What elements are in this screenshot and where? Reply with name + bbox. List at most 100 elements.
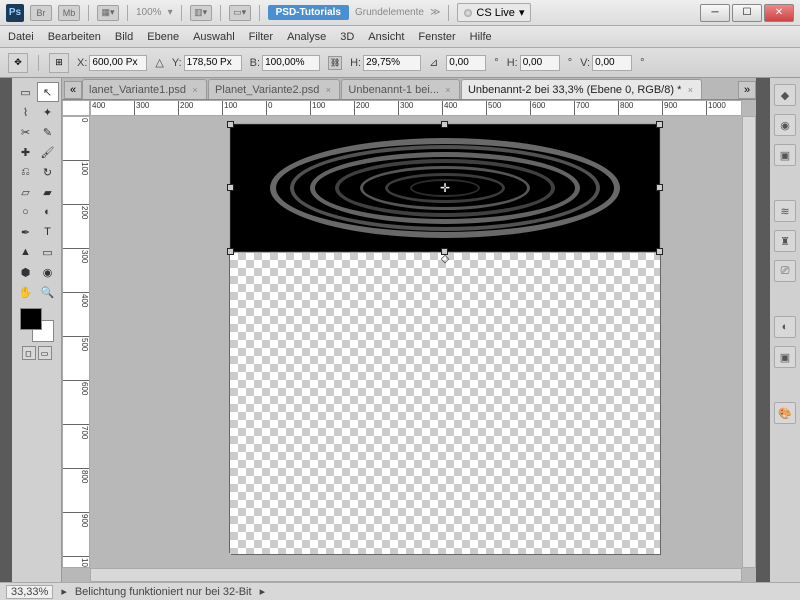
workspace-more[interactable]: ≫ bbox=[430, 7, 440, 18]
actions-panel-icon[interactable]: ▣ bbox=[774, 346, 796, 368]
healing-tool[interactable]: ✚ bbox=[15, 142, 37, 162]
transform-tool-icon[interactable]: ✥ bbox=[8, 53, 28, 73]
color-panel-icon[interactable]: 🎨 bbox=[774, 402, 796, 424]
foreground-color[interactable] bbox=[20, 308, 42, 330]
3d-tool[interactable]: ⬢ bbox=[15, 262, 37, 282]
ruler-horizontal[interactable]: 4003002001000100200300400500600700800900… bbox=[90, 100, 742, 116]
tab-scroll-right[interactable]: » bbox=[738, 81, 756, 99]
hskew-label: H: bbox=[507, 57, 518, 69]
pen-tool[interactable]: ✒ bbox=[15, 222, 37, 242]
blur-tool[interactable]: ○ bbox=[15, 202, 37, 222]
close-icon[interactable]: × bbox=[443, 85, 453, 95]
type-tool[interactable]: T bbox=[37, 222, 59, 242]
shape-tool[interactable]: ▭ bbox=[37, 242, 59, 262]
scrollbar-horizontal[interactable] bbox=[90, 568, 742, 582]
link-icon[interactable]: ⛓ bbox=[328, 56, 342, 70]
menu-analyse[interactable]: Analyse bbox=[287, 31, 326, 43]
y-input[interactable] bbox=[184, 55, 242, 71]
zoom-value[interactable]: 100% bbox=[136, 7, 162, 18]
document-tab[interactable]: Unbenannt-2 bei 33,3% (Ebene 0, RGB/8) *… bbox=[461, 79, 702, 99]
document-tab[interactable]: Unbenannt-1 bei...× bbox=[341, 79, 460, 99]
left-dock-strip[interactable] bbox=[0, 78, 12, 582]
maximize-button[interactable]: ☐ bbox=[732, 4, 762, 22]
status-bar: 33,33% ▸ Belichtung funktioniert nur bei… bbox=[0, 582, 800, 600]
adjustments-panel-icon[interactable]: ≋ bbox=[774, 200, 796, 222]
eyedropper-tool[interactable]: ✎ bbox=[37, 122, 59, 142]
status-message: Belichtung funktioniert nur bei 32-Bit bbox=[75, 586, 252, 598]
quickmask-toggle[interactable]: ◻ bbox=[22, 346, 36, 360]
menu-3d[interactable]: 3D bbox=[340, 31, 354, 43]
delta-icon[interactable]: △ bbox=[155, 56, 163, 69]
close-button[interactable]: ✕ bbox=[764, 4, 794, 22]
dodge-tool[interactable]: ◐ bbox=[37, 202, 59, 222]
minibridge-button[interactable]: Mb bbox=[58, 5, 80, 21]
document-tab[interactable]: Planet_Variante2.psd× bbox=[208, 79, 340, 99]
status-arrow-icon[interactable]: ▸ bbox=[61, 585, 67, 598]
arrange-dropdown[interactable]: ▥▾ bbox=[190, 5, 212, 21]
move-tool[interactable]: ↖ bbox=[37, 82, 59, 102]
menu-filter[interactable]: Filter bbox=[249, 31, 273, 43]
document-tab[interactable]: lanet_Variante1.psd× bbox=[82, 79, 207, 99]
path-select-tool[interactable]: ▲ bbox=[15, 242, 37, 262]
stamp-tool[interactable]: ⎌ bbox=[15, 162, 37, 182]
scrollbar-vertical[interactable] bbox=[742, 116, 756, 568]
close-icon[interactable]: × bbox=[190, 85, 200, 95]
menu-ansicht[interactable]: Ansicht bbox=[368, 31, 404, 43]
hskew-input[interactable] bbox=[520, 55, 560, 71]
right-dock-strip[interactable] bbox=[756, 78, 770, 582]
close-icon[interactable]: × bbox=[323, 85, 333, 95]
ruler-vertical[interactable]: 010020030040050060070080090010001100 bbox=[62, 116, 90, 568]
history-panel-icon[interactable]: ◐ bbox=[774, 316, 796, 338]
minimize-button[interactable]: ─ bbox=[700, 4, 730, 22]
zoom-tool[interactable]: 🔍 bbox=[37, 282, 59, 302]
lasso-tool[interactable]: ⌇ bbox=[15, 102, 37, 122]
view-extras-dropdown[interactable]: ▦▾ bbox=[97, 5, 119, 21]
close-icon[interactable]: × bbox=[685, 85, 695, 95]
hand-tool[interactable]: ✋ bbox=[15, 282, 37, 302]
vskew-input[interactable] bbox=[592, 55, 632, 71]
w-input[interactable] bbox=[262, 55, 320, 71]
cs-live-button[interactable]: CS Live ▾ bbox=[457, 3, 531, 22]
menu-bild[interactable]: Bild bbox=[115, 31, 133, 43]
menu-hilfe[interactable]: Hilfe bbox=[470, 31, 492, 43]
bridge-button[interactable]: Br bbox=[30, 5, 52, 21]
menu-bearbeiten[interactable]: Bearbeiten bbox=[48, 31, 101, 43]
crop-tool[interactable]: ✂ bbox=[15, 122, 37, 142]
menu-ebene[interactable]: Ebene bbox=[147, 31, 179, 43]
marquee-tool[interactable]: ▭ bbox=[15, 82, 37, 102]
canvas[interactable] bbox=[230, 124, 660, 554]
masks-panel-icon[interactable]: ♜ bbox=[774, 230, 796, 252]
menu-auswahl[interactable]: Auswahl bbox=[193, 31, 235, 43]
reference-point-icon[interactable]: ⊞ bbox=[49, 53, 69, 73]
h-label: H: bbox=[350, 57, 361, 69]
workspace-psd-tutorials[interactable]: PSD-Tutorials bbox=[268, 5, 349, 20]
ruler-origin[interactable] bbox=[62, 100, 90, 116]
screenmode-dropdown[interactable]: ▭▾ bbox=[229, 5, 251, 21]
eraser-tool[interactable]: ▱ bbox=[15, 182, 37, 202]
brush-tool[interactable]: 🖌 bbox=[37, 142, 59, 162]
zoom-status[interactable]: 33,33% bbox=[6, 585, 53, 599]
status-arrow-icon[interactable]: ▸ bbox=[260, 585, 266, 598]
document-tabs: « lanet_Variante1.psd× Planet_Variante2.… bbox=[62, 78, 756, 100]
h-input[interactable] bbox=[363, 55, 421, 71]
channels-panel-icon[interactable]: ◉ bbox=[774, 114, 796, 136]
paths-panel-icon[interactable]: ▣ bbox=[774, 144, 796, 166]
menu-datei[interactable]: Datei bbox=[8, 31, 34, 43]
menu-bar: Datei Bearbeiten Bild Ebene Auswahl Filt… bbox=[0, 26, 800, 48]
3d-camera-tool[interactable]: ◉ bbox=[37, 262, 59, 282]
tab-scroll-left[interactable]: « bbox=[64, 81, 82, 99]
history-brush-tool[interactable]: ↻ bbox=[37, 162, 59, 182]
menu-fenster[interactable]: Fenster bbox=[418, 31, 455, 43]
document-area: « lanet_Variante1.psd× Planet_Variante2.… bbox=[62, 78, 756, 582]
gradient-tool[interactable]: ▰ bbox=[37, 182, 59, 202]
workspace-grundelemente[interactable]: Grundelemente bbox=[355, 7, 424, 18]
screenmode-toggle[interactable]: ▭ bbox=[38, 346, 52, 360]
x-input[interactable] bbox=[89, 55, 147, 71]
layers-panel-icon[interactable]: ◆ bbox=[774, 84, 796, 106]
angle-input[interactable] bbox=[446, 55, 486, 71]
layer-content bbox=[230, 124, 660, 252]
styles-panel-icon[interactable]: ⎚ bbox=[774, 260, 796, 282]
canvas-viewport[interactable]: ✛ ◇ bbox=[90, 116, 742, 568]
wand-tool[interactable]: ✦ bbox=[37, 102, 59, 122]
color-swatches[interactable] bbox=[20, 308, 54, 342]
